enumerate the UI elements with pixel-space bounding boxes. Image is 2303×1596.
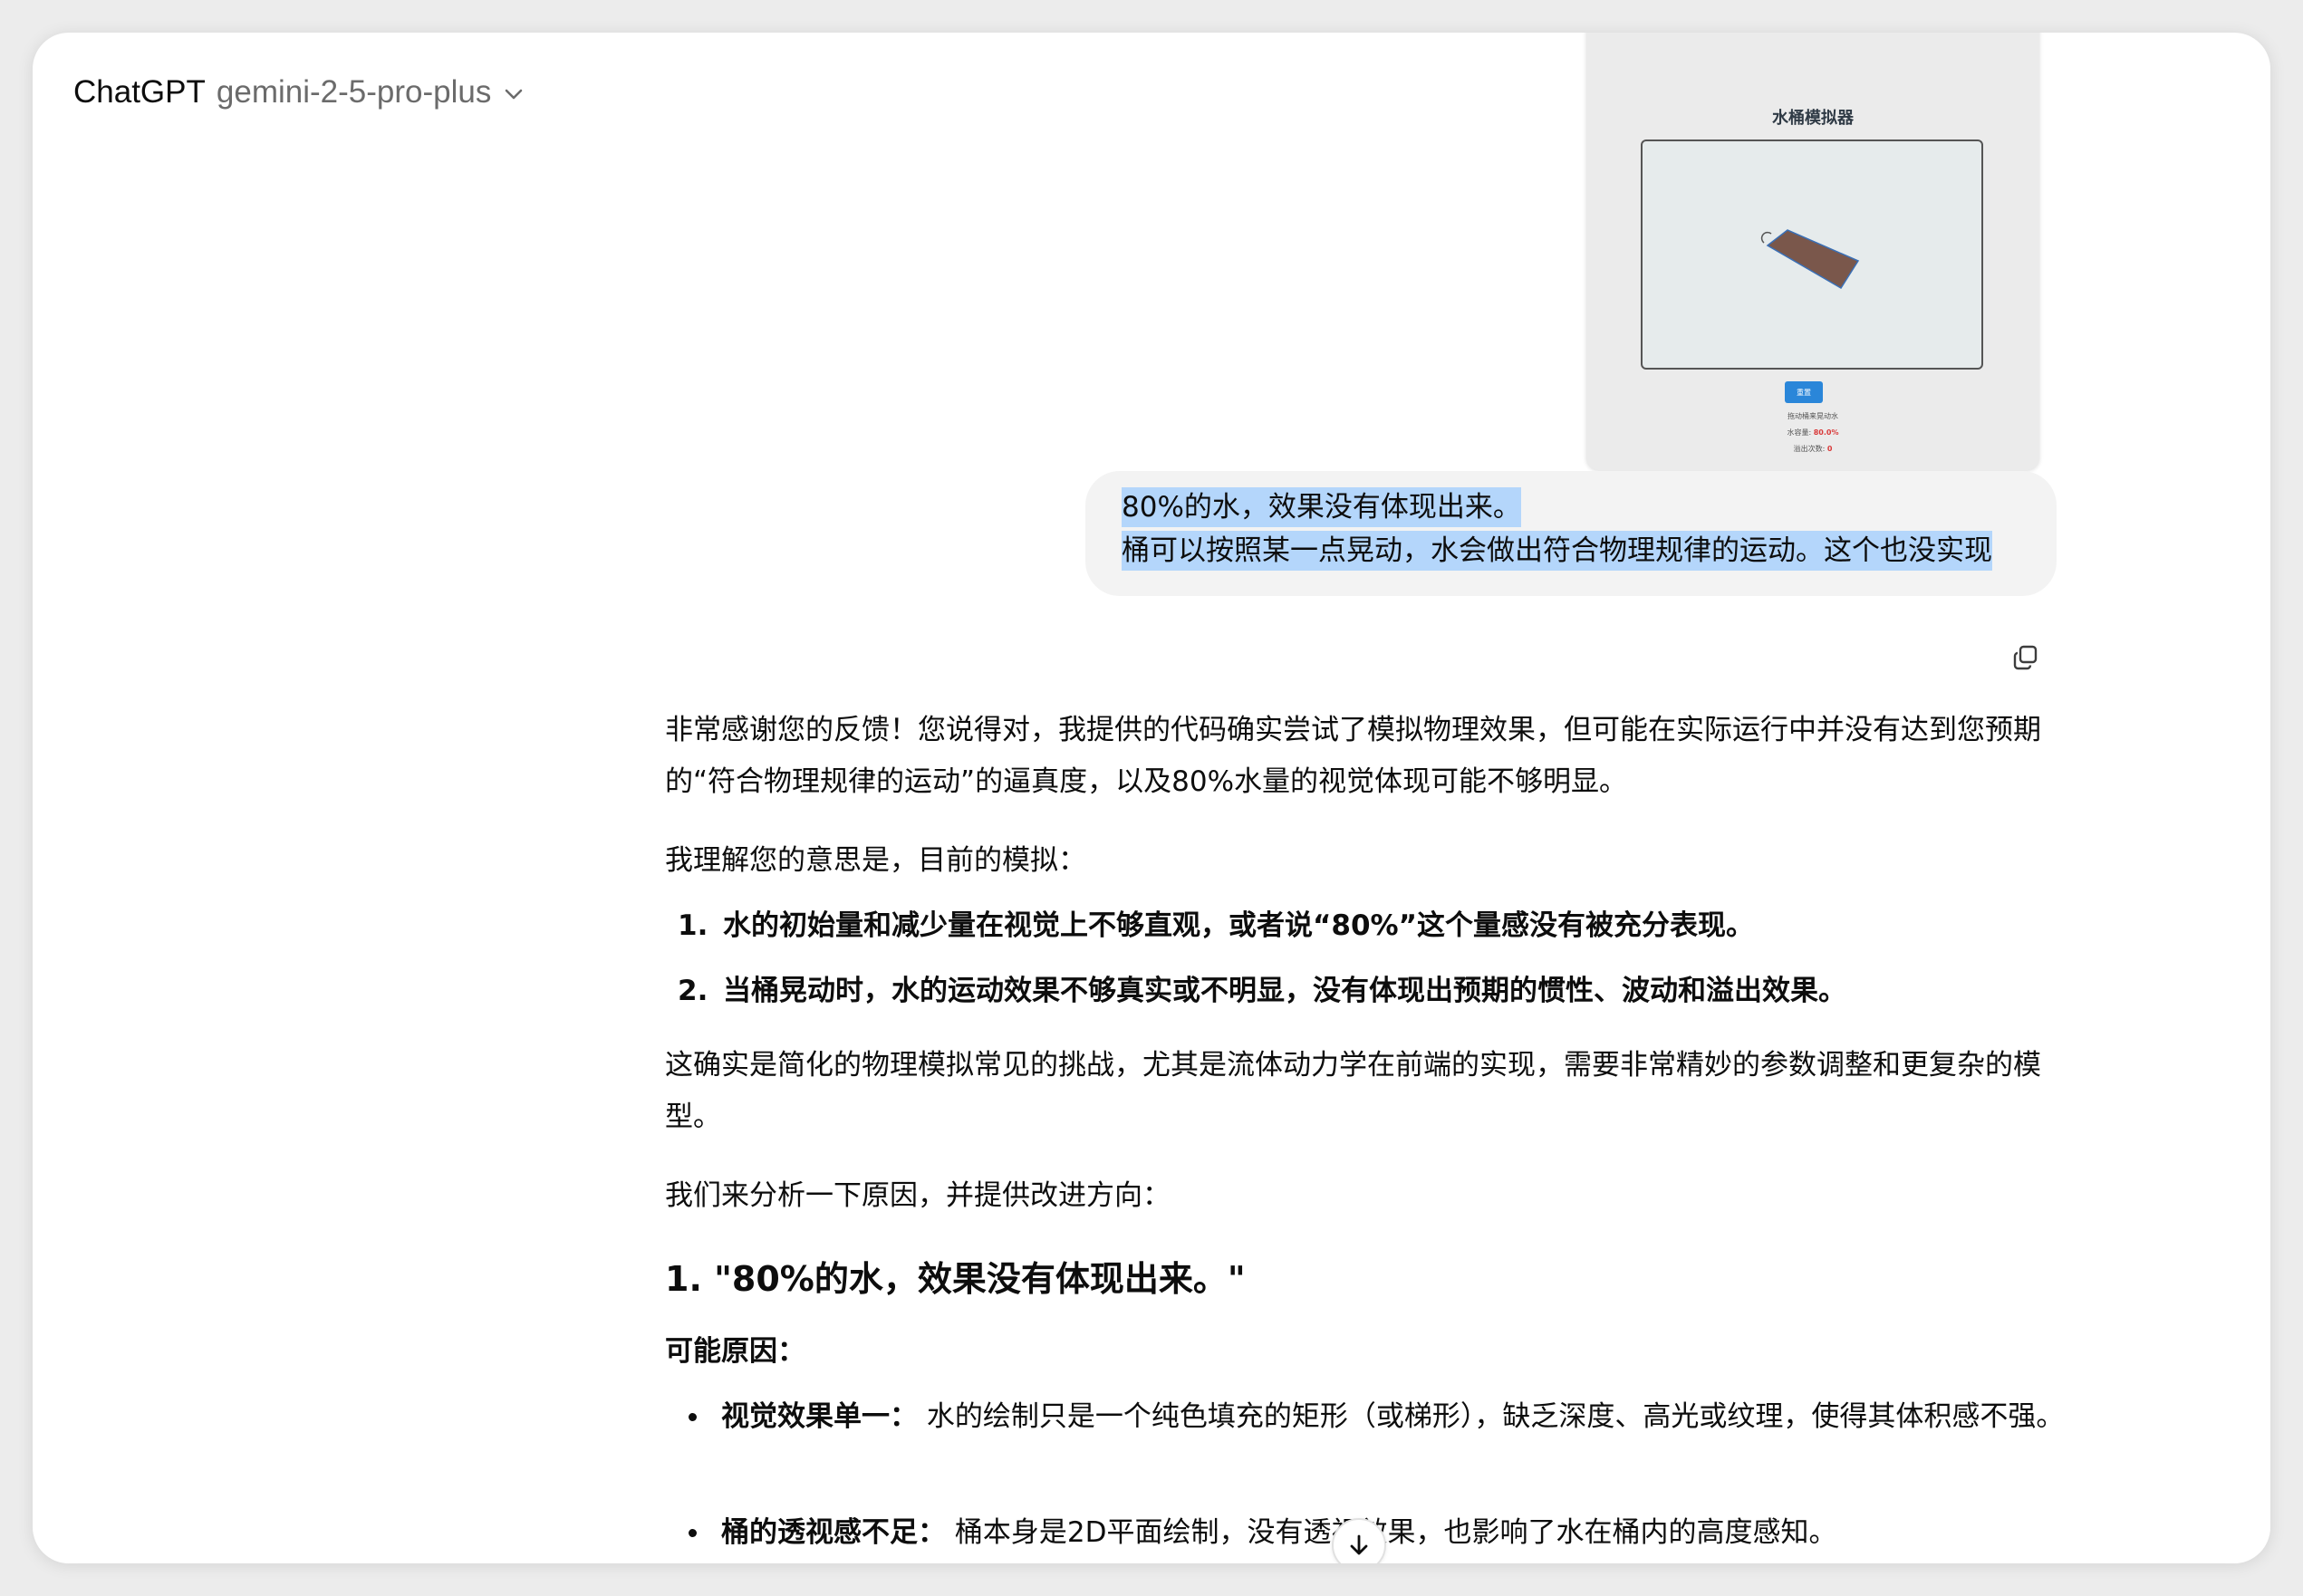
sim-canvas [1641, 139, 1983, 370]
sim-hint: 拖动桶来晃动水 [1787, 412, 1838, 420]
assistant-paragraph: 我理解您的意思是，目前的模拟： [665, 844, 1086, 877]
sim-reset-button: 重置 [1785, 381, 1823, 403]
causes-label: 可能原因： [665, 1335, 805, 1368]
assistant-paragraph: 我们来分析一下原因，并提供改进方向： [665, 1179, 1171, 1212]
attached-screenshot[interactable]: 水桶模拟器 重置 拖动桶来晃动水 水容量: 80.0% 溢出次数: 0 [1586, 33, 2039, 470]
list-item: 视觉效果单一： 水的绘制只是一个纯色填充的矩形（或梯形），缺乏深度、高光或纹理，… [689, 1391, 2071, 1443]
app-name: ChatGPT [73, 74, 206, 110]
chevron-down-icon[interactable] [504, 88, 524, 101]
header: ChatGPT gemini-2-5-pro-plus [73, 65, 524, 120]
bucket-shape [1760, 229, 1860, 290]
list-item: 1. 水的初始量和减少量在视觉上不够直观，或者说“80%”这个量感没有被充分表现。 [678, 909, 1754, 942]
list-item: 桶的透视感不足： 桶本身是2D平面绘制，没有透视效果，也影响了水在桶内的高度感知… [689, 1507, 2071, 1559]
assistant-paragraph: 这确实是简化的物理模拟常见的挑战，尤其是流体动力学在前端的实现，需要非常精妙的参… [665, 1049, 2041, 1133]
model-selector[interactable]: gemini-2-5-pro-plus [217, 74, 491, 111]
arrow-down-icon [1350, 1534, 1368, 1555]
chat-window: ChatGPT gemini-2-5-pro-plus 水桶模拟器 重置 拖动桶… [33, 33, 2270, 1563]
sim-title: 水桶模拟器 [1772, 109, 1854, 128]
user-message-line: 桶可以按照某一点晃动，水会做出符合物理规律的运动。这个也没实现 [1122, 531, 1992, 571]
bullet-dot [689, 1413, 697, 1421]
user-message-bubble: 80%的水，效果没有体现出来。 桶可以按照某一点晃动，水会做出符合物理规律的运动… [1085, 471, 2057, 596]
list-item: 2. 当桶晃动时，水的运动效果不够真实或不明显，没有体现出预期的惯性、波动和溢出效… [678, 975, 1846, 1007]
sim-overflow-count: 溢出次数: 0 [1793, 445, 1833, 453]
copy-icon[interactable] [2008, 639, 2044, 676]
sim-water-level: 水容量: 80.0% [1787, 428, 1839, 437]
section-heading: 1. "80%的水，效果没有体现出来。" [665, 1259, 1246, 1299]
user-message-line: 80%的水，效果没有体现出来。 [1122, 487, 1521, 527]
assistant-paragraph: 非常感谢您的反馈！您说得对，我提供的代码确实尝试了模拟物理效果，但可能在实际运行… [665, 714, 2041, 798]
bullet-dot [689, 1529, 697, 1537]
